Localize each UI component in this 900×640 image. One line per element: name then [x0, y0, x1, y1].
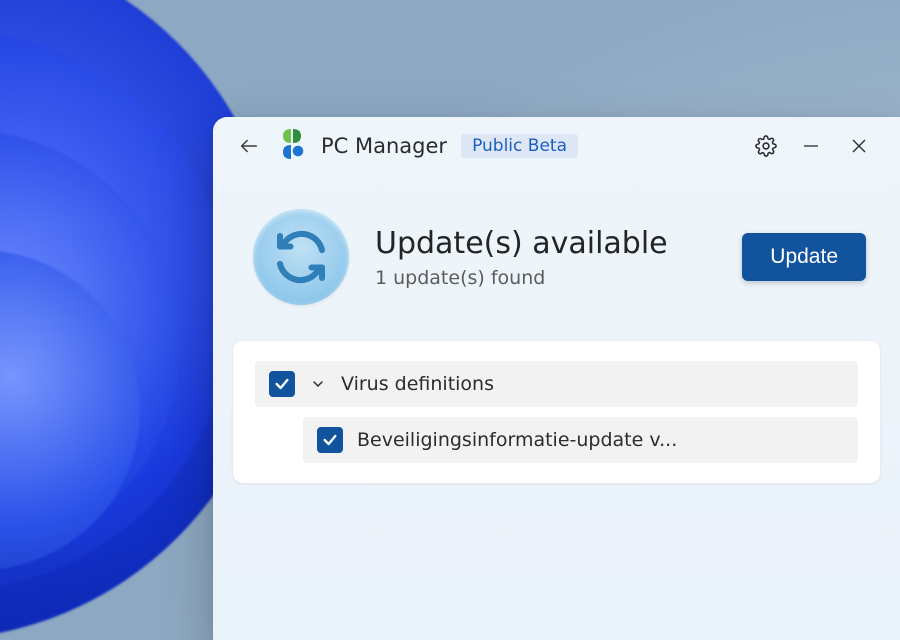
app-logo-icon: [277, 129, 307, 163]
hero-subtitle: 1 update(s) found: [375, 267, 716, 289]
update-group-row[interactable]: Virus definitions: [255, 361, 858, 407]
sync-icon: [273, 229, 329, 285]
hero-title: Update(s) available: [375, 226, 716, 261]
back-button[interactable]: [235, 132, 263, 160]
group-label: Virus definitions: [341, 373, 494, 395]
check-icon: [322, 432, 338, 448]
pc-manager-window: PC Manager Public Beta Update(s) a: [213, 117, 900, 640]
update-item-row[interactable]: Beveiligingsinformatie-update v...: [303, 417, 858, 463]
update-button[interactable]: Update: [742, 233, 866, 281]
titlebar: PC Manager Public Beta: [213, 117, 900, 175]
back-arrow-icon: [238, 135, 260, 157]
minimize-icon: [803, 138, 819, 154]
chevron-down-icon: [310, 376, 326, 392]
group-checkbox[interactable]: [269, 371, 295, 397]
close-icon: [851, 138, 867, 154]
updates-card: Virus definitions Beveiligingsinformatie…: [233, 341, 880, 483]
settings-button[interactable]: [746, 126, 786, 166]
item-checkbox[interactable]: [317, 427, 343, 453]
expand-toggle[interactable]: [309, 376, 327, 392]
check-icon: [274, 376, 290, 392]
minimize-button[interactable]: [788, 126, 834, 166]
app-title: PC Manager: [321, 134, 447, 158]
hero-section: Update(s) available 1 update(s) found Up…: [213, 175, 900, 341]
item-label: Beveiligingsinformatie-update v...: [357, 429, 677, 451]
close-button[interactable]: [836, 126, 882, 166]
update-hero-icon: [253, 209, 349, 305]
beta-badge: Public Beta: [461, 134, 578, 158]
gear-icon: [755, 135, 777, 157]
window-controls: [746, 126, 882, 166]
